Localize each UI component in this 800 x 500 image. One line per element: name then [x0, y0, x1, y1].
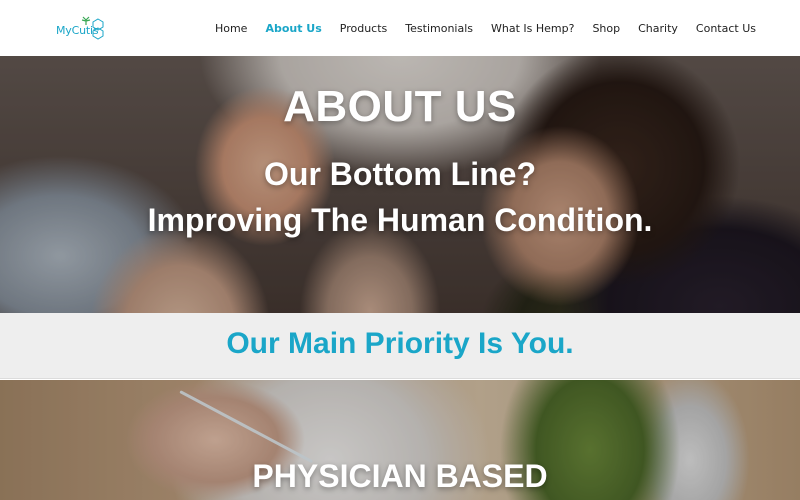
nav-item-shop[interactable]: Shop — [583, 22, 629, 35]
nav-item-what-is-hemp[interactable]: What Is Hemp? — [482, 22, 583, 35]
nav-item-home[interactable]: Home — [206, 22, 256, 35]
hero-tagline-line2: Improving The Human Condition. — [147, 202, 653, 238]
page-title: ABOUT US — [283, 82, 517, 131]
hero-tagline-line1: Our Bottom Line? — [264, 156, 536, 192]
nav-item-charity[interactable]: Charity — [629, 22, 687, 35]
nav-item-contact-us[interactable]: Contact Us — [687, 22, 756, 35]
site-header: MyCutis Home About Us Products Testimoni… — [0, 0, 800, 56]
about-hero: ABOUT US Our Bottom Line? Improving The … — [0, 56, 800, 313]
nav-item-products[interactable]: Products — [331, 22, 397, 35]
main-nav: Home About Us Products Testimonials What… — [206, 0, 756, 56]
nav-item-testimonials[interactable]: Testimonials — [396, 22, 482, 35]
mycutis-logo[interactable]: MyCutis — [56, 14, 112, 42]
hexagon-molecule-icon — [92, 18, 104, 40]
physician-heading: PHYSICIAN BASED — [252, 458, 548, 494]
priority-heading: Our Main Priority Is You. — [226, 327, 574, 360]
physician-hero: PHYSICIAN BASED — [0, 380, 800, 500]
priority-band: Our Main Priority Is You. — [0, 313, 800, 379]
nav-item-about-us[interactable]: About Us — [256, 22, 330, 35]
